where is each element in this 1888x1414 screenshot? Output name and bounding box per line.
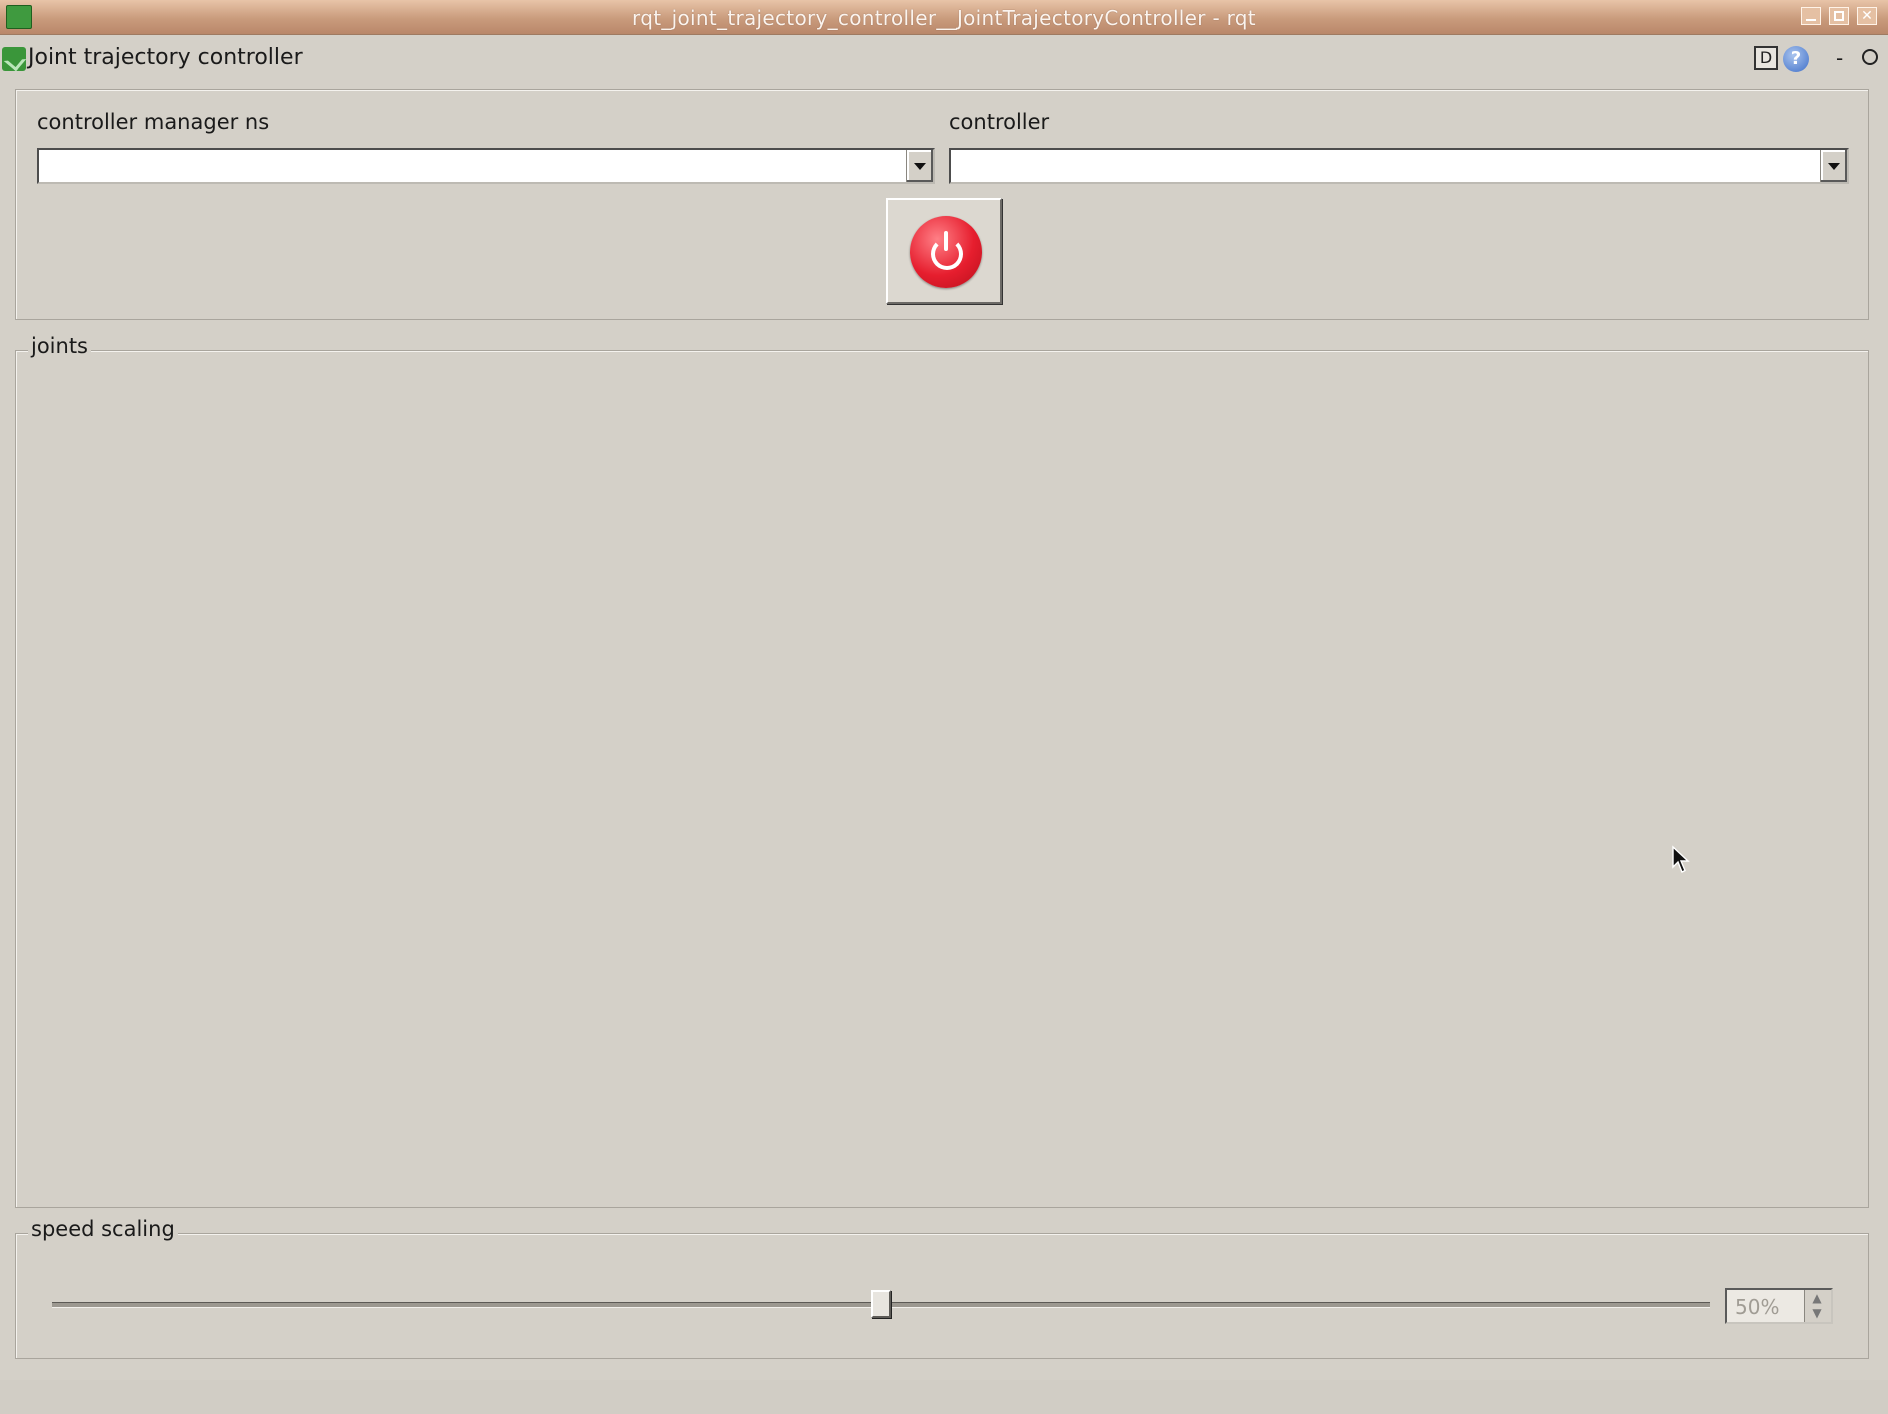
spin-down-icon[interactable]: ▼ <box>1808 1306 1826 1320</box>
plugin-close-button[interactable] <box>1862 49 1878 65</box>
joints-title: joints <box>28 334 92 358</box>
window-minimize-button[interactable] <box>1801 7 1821 25</box>
speed-scaling-value: 50% <box>1735 1295 1780 1319</box>
plugin-title: Joint trajectory controller <box>28 45 303 70</box>
window-title-bar: rqt_joint_trajectory_controller__JointTr… <box>0 0 1888 35</box>
speed-scaling-slider-handle[interactable] <box>871 1290 891 1318</box>
controller-label: controller <box>949 110 1050 134</box>
controller-manager-ns-combobox[interactable] <box>37 148 935 184</box>
window-close-button[interactable]: ✕ <box>1857 7 1877 25</box>
chevron-down-icon[interactable] <box>1820 150 1847 182</box>
window-title: rqt_joint_trajectory_controller__JointTr… <box>632 6 1256 30</box>
controller-combobox[interactable] <box>949 148 1849 184</box>
controller-power-button[interactable] <box>886 198 1002 304</box>
spin-up-icon[interactable]: ▲ <box>1808 1291 1826 1305</box>
speed-scaling-title: speed scaling <box>28 1217 178 1241</box>
speed-scaling-groupbox: speed scaling <box>15 1217 1869 1359</box>
power-icon <box>910 216 982 288</box>
dock-toggle-button[interactable]: D <box>1754 46 1778 70</box>
chevron-down-icon[interactable] <box>906 150 933 182</box>
window-maximize-button[interactable] <box>1829 7 1849 25</box>
spinbox-buttons: ▲ ▼ <box>1804 1290 1831 1322</box>
plugin-header: Joint trajectory controller D ? - <box>0 40 1888 78</box>
joint-trajectory-plugin-icon <box>2 47 26 71</box>
controller-manager-ns-label: controller manager ns <box>37 110 270 134</box>
speed-scaling-spinbox[interactable]: 50% ▲ ▼ <box>1725 1288 1833 1324</box>
mouse-cursor-icon <box>1672 845 1690 873</box>
joints-groupbox: joints <box>15 334 1869 1208</box>
status-area <box>0 1380 1888 1414</box>
help-button[interactable]: ? <box>1783 46 1809 72</box>
plugin-minimize-button[interactable]: - <box>1836 48 1843 68</box>
